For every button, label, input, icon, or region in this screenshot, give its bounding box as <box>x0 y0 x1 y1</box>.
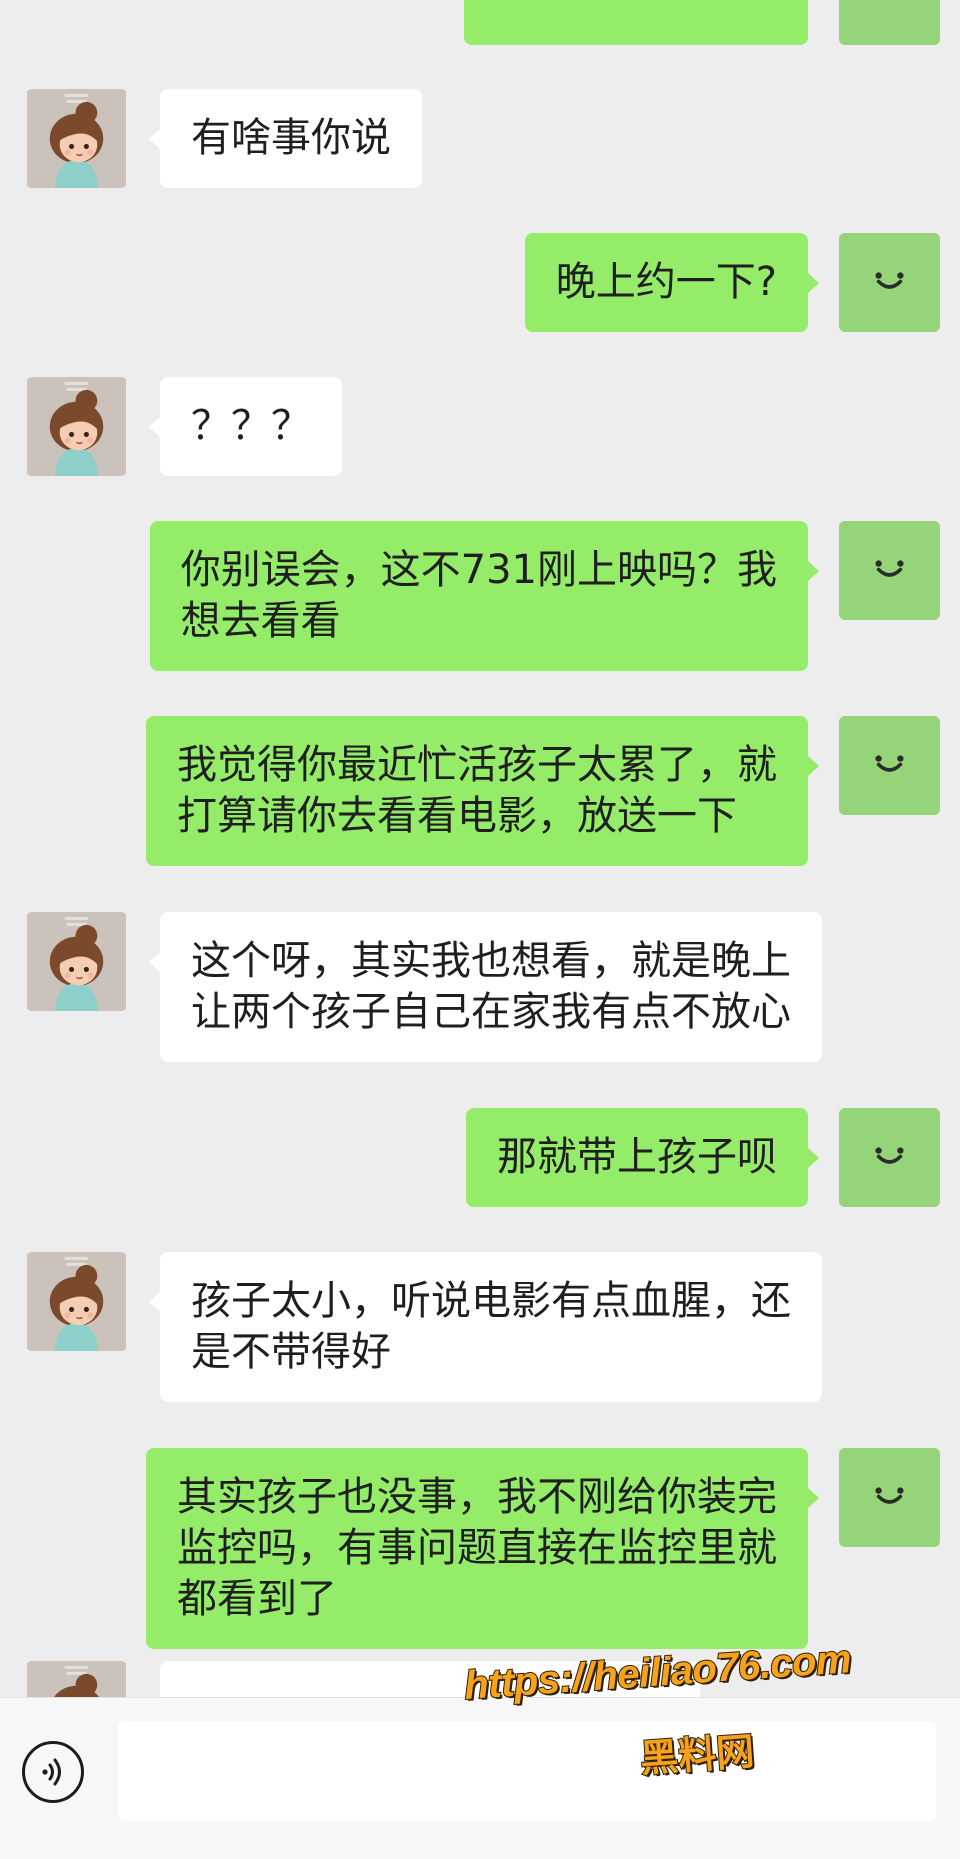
self-avatar[interactable] <box>839 0 940 45</box>
message-bubble[interactable]: 这个呀，其实我也想看，就是晚上 让两个孩子自己在家我有点不放心 <box>149 912 822 1062</box>
message-bubble[interactable]: 那就带上孩子呗 <box>466 1108 819 1207</box>
message-bubble[interactable]: 孩子太小，听说电影有点血腥，还 是不带得好 <box>149 1252 822 1402</box>
message-text-line: 想去看看 <box>180 598 341 644</box>
message-text-line: 你别误会，这不731刚上映吗？我 <box>180 547 777 593</box>
message-row: 你别误会，这不731刚上映吗？我 想去看看 <box>0 521 960 671</box>
smile-icon <box>839 1108 940 1207</box>
self-avatar[interactable] <box>839 233 940 332</box>
message-text-line: 其实孩子也没事，我不刚给你装完 <box>177 1474 777 1520</box>
message-text-line: 打算请你去看看电影，放送一下 <box>177 793 737 839</box>
self-avatar[interactable] <box>839 521 940 620</box>
smile-icon <box>839 1448 940 1547</box>
message-row: 我觉得你最近忙活孩子太累了，就 打算请你去看看电影，放送一下 <box>0 716 960 866</box>
message-row: 这个呀，其实我也想看，就是晚上 让两个孩子自己在家我有点不放心 <box>0 912 960 1062</box>
smile-icon <box>839 521 940 620</box>
message-text-line: 监控吗，有事问题直接在监控里就 <box>177 1525 777 1571</box>
avatar-girl[interactable] <box>26 377 127 476</box>
avatar-girl[interactable] <box>26 1252 127 1351</box>
message-text-line: 晚上约一下? <box>555 259 777 305</box>
voice-button[interactable] <box>22 1741 84 1803</box>
self-avatar[interactable] <box>839 716 940 815</box>
message-row: 晚上约一下? <box>0 233 960 332</box>
voice-icon <box>42 1758 61 1786</box>
message-bubble[interactable]: 你别误会，这不731刚上映吗？我 想去看看 <box>149 521 820 671</box>
self-avatar[interactable] <box>839 1108 940 1207</box>
message-text-line: 这个呀，其实我也想看，就是晚上 <box>191 938 791 984</box>
message-text-line: 是不带得好 <box>191 1329 391 1375</box>
message-row: 那就带上孩子呗 <box>0 1108 960 1207</box>
smile-icon <box>839 716 940 815</box>
message-text-line: 都看到了 <box>177 1576 337 1622</box>
message-bubble[interactable]: 晚上约一下? <box>524 233 820 332</box>
avatar-girl[interactable] <box>26 89 127 188</box>
message-bubble[interactable]: 有啥事你说 <box>149 89 422 188</box>
self-avatar[interactable] <box>839 1448 940 1547</box>
message-text-line: ？？？ <box>191 403 311 449</box>
avatar-girl[interactable] <box>26 912 127 1011</box>
message-text-line: 有啥事你说 <box>191 115 391 161</box>
message-row: 其实孩子也没事，我不刚给你装完 监控吗，有事问题直接在监控里就 都看到了 <box>0 1448 960 1649</box>
message-text-line: 那就带上孩子呗 <box>497 1134 777 1180</box>
smile-icon <box>839 233 940 332</box>
message-row: ？？？ <box>0 377 960 476</box>
chat-area[interactable]: 有啥事你说 晚上约一下? ？？？ 你别误会，这不731刚上映吗？我 想去看看 我… <box>0 0 960 1858</box>
message-row: 有啥事你说 <box>0 89 960 188</box>
message-input[interactable] <box>118 1721 936 1821</box>
input-bar <box>0 1697 960 1859</box>
message-bubble[interactable]: 我觉得你最近忙活孩子太累了，就 打算请你去看看电影，放送一下 <box>146 716 819 866</box>
message-text-line: 孩子太小，听说电影有点血腥，还 <box>191 1278 791 1324</box>
message-text-line: 我觉得你最近忙活孩子太累了，就 <box>177 742 777 788</box>
message-text-line: 让两个孩子自己在家我有点不放心 <box>191 989 791 1035</box>
message-bubble[interactable]: 其实孩子也没事，我不刚给你装完 监控吗，有事问题直接在监控里就 都看到了 <box>146 1448 819 1649</box>
message-row: 孩子太小，听说电影有点血腥，还 是不带得好 <box>0 1252 960 1402</box>
watermark-name: 黑料网 <box>638 1728 757 1782</box>
partial-message-bubble[interactable] <box>464 0 808 45</box>
message-bubble[interactable]: ？？？ <box>149 377 342 476</box>
